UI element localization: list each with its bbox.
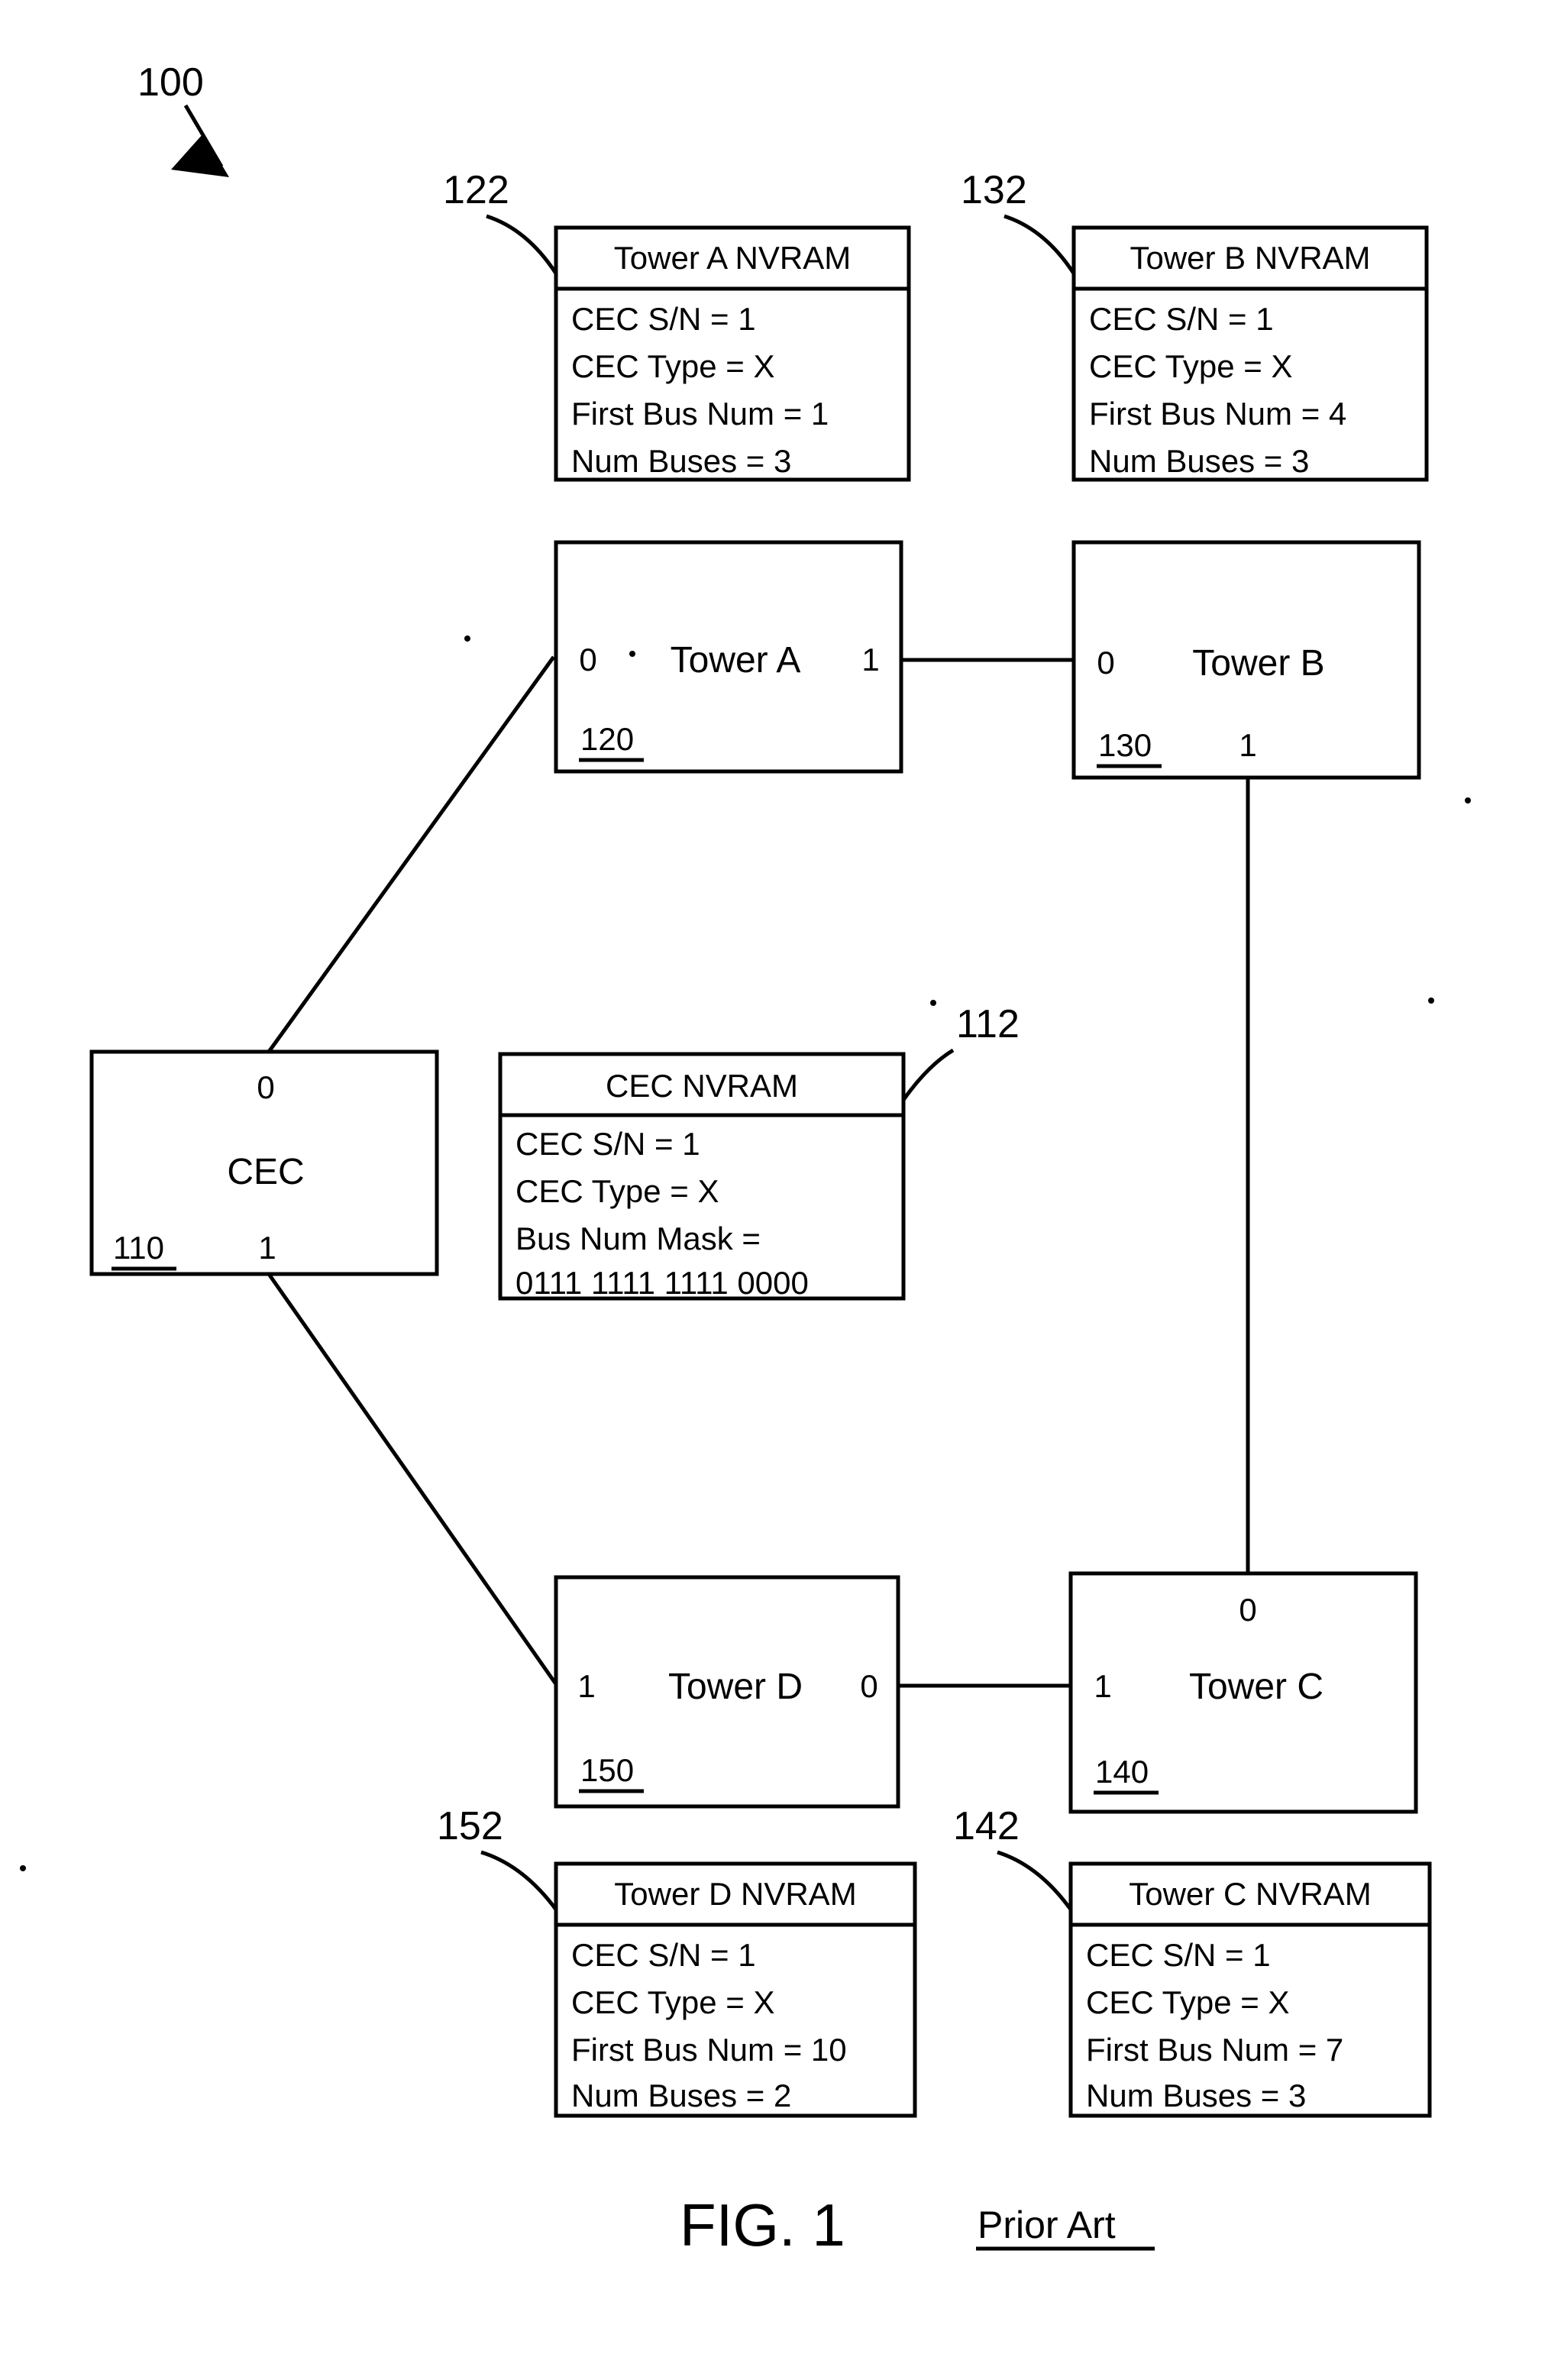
node-tower-b-ref: 130	[1098, 727, 1152, 763]
nvram-box-tower-c: Tower C NVRAM CEC S/N = 1 CEC Type = X F…	[953, 1804, 1432, 2118]
nvram-tower-a-line-4: Num Buses = 3	[571, 443, 791, 479]
nvram-box-tower-d: Tower D NVRAM CEC S/N = 1 CEC Type = X F…	[437, 1804, 917, 2118]
node-tower-d-name: Tower D	[668, 1667, 803, 1707]
speck-2	[629, 651, 635, 657]
node-tower-c-port-top: 0	[1239, 1592, 1256, 1628]
node-cec-port-bottom: 1	[258, 1230, 276, 1266]
node-tower-d-port-right: 0	[860, 1668, 877, 1704]
ref-152-leader-line	[480, 1850, 558, 1911]
speck-4	[1428, 998, 1434, 1004]
connector-cec-to-tower-d	[267, 1272, 558, 1686]
node-tower-a-ref: 120	[580, 721, 634, 757]
nvram-tower-a-line-2: CEC Type = X	[571, 348, 775, 384]
ref-122-label: 122	[443, 168, 509, 212]
nvram-tower-b-line-4: Num Buses = 3	[1089, 443, 1309, 479]
ref-142-label: 142	[953, 1804, 1020, 1848]
nvram-tower-c-line-1: CEC S/N = 1	[1086, 1937, 1271, 1973]
nvram-tower-b-line-3: First Bus Num = 4	[1089, 396, 1346, 432]
nvram-cec-line-2: CEC Type = X	[515, 1173, 719, 1209]
figure-label: FIG. 1	[680, 2191, 845, 2259]
nvram-tower-a-line-1: CEC S/N = 1	[571, 301, 756, 337]
nvram-tower-a-line-3: First Bus Num = 1	[571, 396, 829, 432]
nvram-cec-title: CEC NVRAM	[606, 1068, 798, 1104]
speck-3	[1465, 797, 1471, 804]
nvram-tower-d-line-3: First Bus Num = 10	[571, 2032, 847, 2068]
prior-art-label: Prior Art	[978, 2204, 1116, 2246]
ref-112-label: 112	[956, 1002, 1020, 1046]
nvram-tower-b-title: Tower B NVRAM	[1130, 240, 1370, 276]
nvram-tower-c-line-4: Num Buses = 3	[1086, 2078, 1306, 2113]
figure-canvas: 100 Tower A NVRAM CEC S/N = 1 CEC Type =…	[20, 60, 1471, 2259]
nvram-cec-line-3: Bus Num Mask =	[515, 1221, 761, 1256]
node-box-cec: 0 CEC 110 1	[89, 1049, 439, 1276]
nvram-tower-c-title: Tower C NVRAM	[1129, 1876, 1371, 1912]
node-box-tower-b: 0 Tower B 130 1	[1071, 540, 1421, 780]
ref-100-arrowhead	[171, 134, 229, 177]
node-box-tower-c: 0 1 Tower C 140	[1068, 1571, 1418, 1814]
node-tower-a-name: Tower A	[671, 640, 801, 681]
ref-152-label: 152	[437, 1804, 503, 1848]
node-cec-name: CEC	[227, 1152, 304, 1192]
node-tower-d-ref: 150	[580, 1752, 634, 1788]
connector-cec-to-tower-a	[267, 655, 556, 1053]
patent-figure: 100 Tower A NVRAM CEC S/N = 1 CEC Type =…	[0, 0, 1561, 2380]
nvram-tower-d-line-4: Num Buses = 2	[571, 2078, 791, 2113]
node-tower-b-port-left: 0	[1097, 645, 1114, 681]
nvram-cec-line-1: CEC S/N = 1	[515, 1126, 700, 1162]
ref-100-label: 100	[137, 60, 204, 105]
node-tower-c-port-left: 1	[1094, 1668, 1111, 1704]
node-cec-port-top: 0	[257, 1069, 274, 1105]
node-cec-ref: 110	[113, 1230, 164, 1266]
nvram-tower-d-line-2: CEC Type = X	[571, 1984, 775, 2020]
node-tower-d-port-left: 1	[577, 1668, 595, 1704]
ref-112-leader-line	[901, 1048, 955, 1101]
nvram-box-tower-b: Tower B NVRAM CEC S/N = 1 CEC Type = X F…	[961, 168, 1429, 482]
node-tower-b-name: Tower B	[1192, 643, 1324, 684]
ref-122-leader-line	[486, 214, 558, 275]
node-box-tower-d: 1 Tower D 0 150	[554, 1575, 900, 1809]
nvram-tower-b-line-1: CEC S/N = 1	[1089, 301, 1274, 337]
speck-1	[464, 635, 470, 642]
nvram-tower-c-line-2: CEC Type = X	[1086, 1984, 1290, 2020]
nvram-tower-a-title: Tower A NVRAM	[614, 240, 851, 276]
nvram-cec-line-4: 0111 1111 1111 0000	[515, 1265, 809, 1301]
node-tower-a-port-right: 1	[861, 642, 879, 677]
nvram-tower-d-title: Tower D NVRAM	[614, 1876, 856, 1912]
node-box-tower-a: 0 Tower A 1 120	[554, 540, 903, 774]
ref-112-speck	[930, 1000, 936, 1006]
node-tower-c-ref: 140	[1095, 1754, 1149, 1790]
nvram-tower-b-line-2: CEC Type = X	[1089, 348, 1293, 384]
nvram-tower-d-line-1: CEC S/N = 1	[571, 1937, 756, 1973]
speck-5	[20, 1865, 26, 1871]
nvram-tower-c-line-3: First Bus Num = 7	[1086, 2032, 1343, 2068]
node-tower-b-port-bottom: 1	[1239, 727, 1256, 763]
system-reference-callout: 100	[137, 60, 229, 177]
node-tower-a-port-left: 0	[579, 642, 596, 677]
ref-132-leader-line	[1004, 214, 1076, 275]
figure-caption: FIG. 1 Prior Art	[680, 2191, 1155, 2259]
ref-132-label: 132	[961, 168, 1027, 212]
nvram-box-cec: CEC NVRAM CEC S/N = 1 CEC Type = X Bus N…	[498, 1000, 1020, 1301]
node-tower-c-name: Tower C	[1189, 1667, 1323, 1707]
ref-142-leader-line	[997, 1850, 1073, 1911]
nvram-box-tower-a: Tower A NVRAM CEC S/N = 1 CEC Type = X F…	[443, 168, 911, 482]
